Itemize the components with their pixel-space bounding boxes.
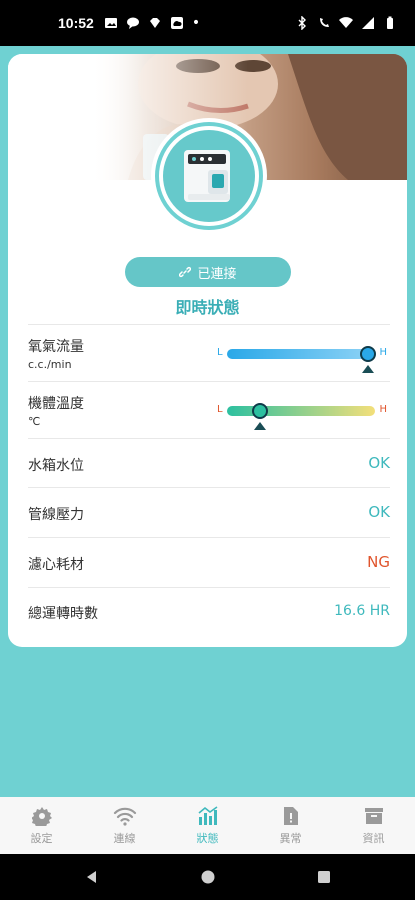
section-title: 即時狀態 bbox=[175, 298, 240, 317]
gauge-high-label: H bbox=[379, 404, 387, 415]
cloud-notification-icon bbox=[170, 17, 183, 29]
bluetooth-icon bbox=[298, 16, 306, 30]
chat-notification-icon bbox=[126, 17, 139, 29]
link-icon bbox=[179, 266, 192, 278]
nav-label: 設定 bbox=[30, 831, 53, 845]
archive-icon bbox=[364, 806, 384, 826]
status-row-total-runtime: 總運轉時數 16.6 HR bbox=[28, 587, 390, 637]
connected-label: 已連接 bbox=[197, 266, 237, 282]
gauge-knob bbox=[251, 403, 268, 419]
gauge-low-label: L bbox=[217, 404, 223, 415]
device-image bbox=[155, 122, 263, 230]
bottom-navigation: 設定 連線 狀態 異常 資訊 bbox=[0, 797, 415, 854]
gauge-label: 機體溫度 bbox=[28, 396, 84, 412]
wifi-signal-icon bbox=[339, 17, 353, 28]
gear-icon bbox=[31, 806, 52, 826]
gauge-row-body-temperature: 機體溫度 ℃ L H bbox=[28, 381, 390, 438]
notification-icons: • bbox=[104, 15, 200, 31]
gauge-row-oxygen-flow: 氧氣流量 c.c./min L H bbox=[28, 324, 390, 381]
status-label: 濾心耗材 bbox=[28, 557, 84, 573]
oxygen-machine-icon bbox=[163, 130, 255, 222]
nav-item-alerts[interactable]: 異常 bbox=[249, 797, 332, 854]
gauge-low-label: L bbox=[217, 347, 223, 358]
gauge-pointer-icon bbox=[361, 365, 374, 373]
gauge-unit: c.c./min bbox=[28, 358, 72, 371]
nav-label: 資訊 bbox=[362, 831, 385, 845]
diamond-notification-icon bbox=[149, 18, 160, 28]
status-row-water-tank: 水箱水位 OK bbox=[28, 438, 390, 487]
wifi-icon bbox=[113, 806, 137, 826]
nav-item-info[interactable]: 資訊 bbox=[332, 797, 415, 854]
back-icon[interactable] bbox=[84, 869, 100, 885]
gauge-track bbox=[227, 349, 375, 359]
system-status-bar: 10:52 • bbox=[0, 0, 415, 46]
oxygen-flow-gauge: L H bbox=[217, 343, 387, 373]
status-row-filter: 濾心耗材 NG bbox=[28, 537, 390, 587]
clock-text: 10:52 bbox=[58, 15, 94, 31]
gauge-knob bbox=[359, 346, 376, 362]
nav-item-connection[interactable]: 連線 bbox=[83, 797, 166, 854]
home-icon[interactable] bbox=[200, 869, 216, 885]
status-label: 水箱水位 bbox=[28, 458, 84, 474]
alert-document-icon bbox=[282, 806, 300, 826]
more-notifications-dot: • bbox=[191, 15, 201, 31]
nav-label: 連線 bbox=[113, 831, 136, 845]
status-value: NG bbox=[367, 553, 390, 571]
status-label: 管線壓力 bbox=[28, 507, 84, 523]
status-row-pipe-pressure: 管線壓力 OK bbox=[28, 487, 390, 537]
gauge-unit: ℃ bbox=[28, 415, 41, 428]
status-card: 已連接 即時狀態 氧氣流量 c.c./min L H 機體溫度 ℃ L H 水箱… bbox=[8, 54, 407, 647]
system-indicators bbox=[295, 16, 397, 30]
chart-icon bbox=[197, 805, 219, 826]
battery-icon bbox=[387, 16, 393, 29]
status-label: 總運轉時數 bbox=[28, 606, 98, 622]
nav-item-settings[interactable]: 設定 bbox=[0, 797, 83, 854]
wifi-calling-icon bbox=[320, 18, 329, 27]
status-value: OK bbox=[368, 503, 390, 521]
gauge-label: 氧氣流量 bbox=[28, 339, 84, 355]
cell-signal-icon bbox=[362, 17, 374, 29]
gauge-pointer-icon bbox=[253, 422, 266, 430]
recents-icon[interactable] bbox=[316, 869, 332, 885]
status-value: OK bbox=[368, 454, 390, 472]
image-notification-icon bbox=[104, 18, 117, 28]
connected-button[interactable]: 已連接 bbox=[125, 257, 291, 287]
gauge-track bbox=[227, 406, 375, 416]
status-value: 16.6 HR bbox=[334, 603, 390, 619]
nav-item-status[interactable]: 狀態 bbox=[166, 797, 249, 854]
nav-label: 狀態 bbox=[196, 831, 219, 845]
system-navigation-bar bbox=[0, 854, 415, 900]
nav-label: 異常 bbox=[279, 831, 302, 845]
body-temperature-gauge: L H bbox=[217, 400, 387, 430]
gauge-high-label: H bbox=[379, 347, 387, 358]
